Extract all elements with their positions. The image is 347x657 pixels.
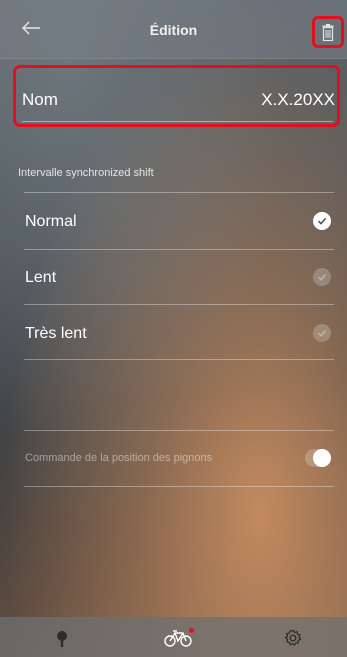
checkmark-icon [313,324,331,342]
name-value[interactable]: X.X.20XX [261,90,335,110]
tab-map[interactable] [33,617,93,657]
option-tres-lent[interactable]: Très lent [0,305,347,361]
option-label: Lent [25,269,57,286]
gear-position-row: Commande de la position des pignons [0,430,347,486]
option-lent[interactable]: Lent [0,249,347,305]
divider [22,121,333,122]
option-label: Très lent [25,325,87,342]
toggle-knob [313,449,331,467]
notification-badge [189,628,194,633]
tab-bar [0,617,347,657]
option-label: Normal [25,213,77,230]
page-title: Édition [149,22,198,38]
gear-icon [284,629,302,646]
pin-icon [57,631,67,647]
checkmark-icon [313,268,331,286]
divider [24,359,334,360]
delete-button[interactable] [312,16,344,48]
tab-bike[interactable] [148,617,208,657]
tab-settings[interactable] [263,617,323,657]
bicycle-icon [164,630,192,647]
option-normal[interactable]: Normal [0,193,347,249]
divider [24,486,334,487]
checkmark-icon [313,212,331,230]
gear-position-label: Commande de la position des pignons [25,452,213,464]
gear-position-toggle[interactable] [305,449,331,467]
interval-section-title: Intervalle synchronized shift [18,167,154,179]
trash-icon [322,24,334,41]
name-label: Nom [22,90,58,109]
name-field[interactable]: Nom X.X.20XX [13,65,340,127]
header-bar: Édition [0,0,347,59]
